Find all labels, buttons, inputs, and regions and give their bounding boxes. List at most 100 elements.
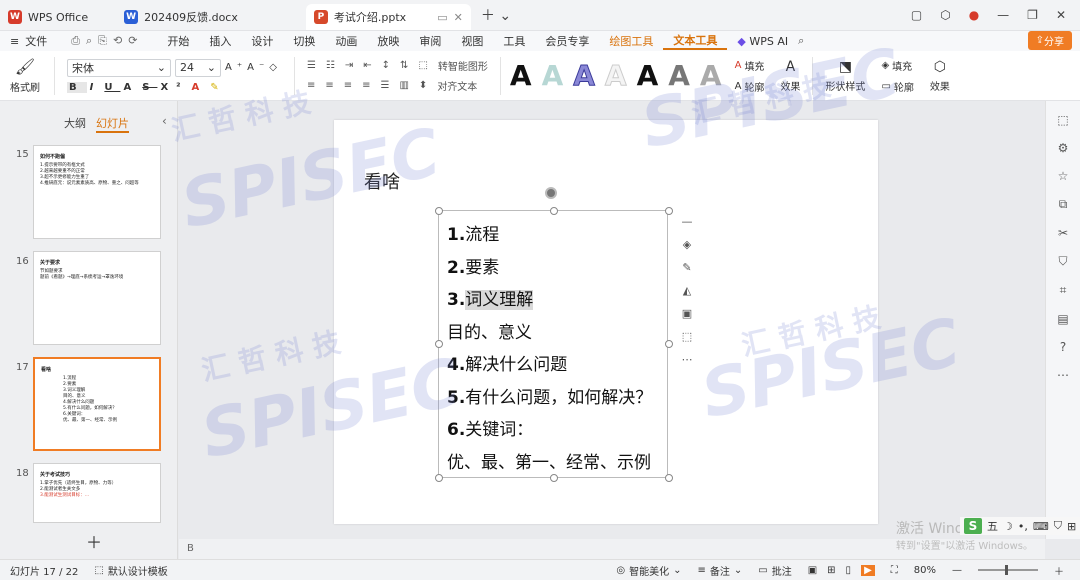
layers-icon[interactable]: ◈ [683,238,691,251]
format-painter-button[interactable]: 🖌 格式刷 [0,57,50,94]
shadow-icon[interactable]: A [123,82,139,93]
menu-review[interactable]: 审阅 [409,33,451,49]
strike-icon[interactable]: S [142,82,157,93]
new-tab-icon[interactable]: ＋ ⌄ [481,5,511,25]
play-icon[interactable]: ▶ [861,564,875,576]
italic-icon[interactable]: I [90,82,102,93]
indent-icon[interactable]: ⇥ [345,60,360,71]
resize-handle[interactable] [550,207,558,215]
distribute-icon[interactable]: ☰ [381,80,397,91]
tab-close-icon[interactable]: ✕ [454,11,463,24]
text-direction-icon[interactable]: ⇅ [400,60,415,71]
zoom-in-icon[interactable]: ＋ [1054,563,1064,578]
slide[interactable]: 看啥 1.流程 2.要素 3.词义理解 目的、意义 4.解决什么问题 5.有什么… [334,120,878,524]
pen-icon[interactable]: ✎ [682,261,691,274]
bold-icon[interactable]: B [67,81,87,93]
zoom-slider[interactable] [978,565,1038,575]
more-options-icon[interactable]: ⋯ [1057,368,1069,382]
resize-handle[interactable] [665,474,673,482]
menu-text-tools[interactable]: 文本工具 [663,32,728,50]
underline-icon[interactable]: U [104,82,120,93]
outdent-icon[interactable]: ⇤ [363,60,378,71]
align-text-button[interactable]: 对齐文本 [437,78,477,93]
wordart-style-3[interactable]: A [568,59,600,93]
superscript-icon[interactable]: X² [160,82,188,93]
shape-change-icon[interactable]: ⬚ [682,330,692,343]
tools-icon[interactable]: ✂ [1058,226,1068,240]
line-spacing-icon[interactable]: ↕ [382,60,397,71]
grid-icon[interactable]: ⊞ [1067,520,1076,533]
zoom-out-icon[interactable]: — [952,565,962,576]
notes-button[interactable]: ≡ 备注 ⌄ [697,563,742,578]
reading-view-icon[interactable]: ▯ [846,565,858,576]
menu-tools[interactable]: 工具 [493,33,535,49]
number-list-icon[interactable]: ☷ [326,60,342,71]
punct-icon[interactable]: •, [1018,520,1028,533]
close-window-icon[interactable]: ✕ [1056,8,1066,22]
resize-handle[interactable] [550,474,558,482]
more-icon[interactable]: ⋯ [682,353,693,366]
restore-icon[interactable]: ❐ [1027,8,1038,22]
sogou-icon[interactable]: S [964,518,982,534]
menu-drawing-tools[interactable]: 绘图工具 [599,33,663,49]
menu-wps-ai[interactable]: ◆ WPS AI [727,35,798,48]
keyboard-icon[interactable]: ⌨ [1033,520,1049,533]
menu-insert[interactable]: 插入 [199,33,241,49]
bullet-list-icon[interactable]: ☰ [307,60,323,71]
tab-doc-feedback[interactable]: W 202409反馈.docx [116,4,246,30]
tab-ppt-exam[interactable]: P 考试介绍.pptx ▭ ✕ [305,4,471,30]
wordart-style-4[interactable]: A [600,59,632,93]
quick-access-icons[interactable]: ⎙⌕⎘⟲⟳ [57,34,157,48]
hamburger-icon[interactable]: ≡ [10,35,19,48]
fill-bucket-icon[interactable]: ◭ [683,284,691,297]
zoom-level[interactable]: 80% [914,565,936,576]
collapse-panel-icon[interactable]: ‹ [162,114,167,128]
help-icon[interactable]: ? [1060,340,1066,354]
tab-monitor-icon[interactable]: ▭ [437,11,447,24]
share-button[interactable]: ⇪ 分享 [1027,31,1072,50]
slide-thumbnail-16[interactable]: 关于要求 节如题要求 题前《看题》→理底→系梳考运→罩逸环境 [33,251,161,345]
resize-handle[interactable] [435,474,443,482]
crop-icon[interactable]: ⌗ [1060,283,1067,298]
font-color-icon[interactable]: A [192,82,208,93]
wordart-style-2[interactable]: A [537,59,569,92]
font-grow-shrink-icon[interactable]: A⁺A⁻◇ [225,59,282,77]
shape-style-button[interactable]: ⬔ 形状样式 [817,59,873,93]
selected-textbox[interactable]: 1.流程 2.要素 3.词义理解 目的、意义 4.解决什么问题 5.有什么问题，… [435,207,673,482]
slide-thumbnail-17[interactable]: 看啥 1.流程 2.要素 3.词义理解 目的、意义 4.解决什么问题 5.有什么… [33,357,161,451]
tab-slides[interactable]: 幻灯片 [96,115,129,133]
menu-slideshow[interactable]: 放映 [367,33,409,49]
menu-animation[interactable]: 动画 [325,33,367,49]
slide-thumbnail-15[interactable]: 如何不跑偏 1.提示要带的有框文式 2.越来越要重不的正常 3.超不示更修能力生… [33,145,161,239]
search-icon[interactable]: ⌕ [798,34,804,48]
frame-icon[interactable]: ▣ [682,307,692,320]
textbox-content[interactable]: 1.流程 2.要素 3.词义理解 目的、意义 4.解决什么问题 5.有什么问题，… [447,219,652,479]
shape-effect-button[interactable]: ⬡ 效果 [922,59,958,93]
menu-member[interactable]: 会员专享 [535,33,599,49]
cube-icon[interactable]: ⬡ [940,8,950,22]
menu-transition[interactable]: 切换 [283,33,325,49]
font-name-select[interactable]: 宋体 ⌄ [67,58,171,77]
resize-handle[interactable] [435,207,443,215]
sorter-view-icon[interactable]: ⊞ [827,565,841,576]
menu-view[interactable]: 视图 [451,33,493,49]
rotate-handle-icon[interactable] [545,187,557,199]
column-icon[interactable]: ▥ [399,80,415,91]
tab-wps-office[interactable]: W WPS Office [0,4,96,30]
beautify-button[interactable]: ◎ 智能美化 ⌄ [616,563,681,578]
shirt-icon[interactable]: ⛉ [1058,254,1067,269]
shirt-skin-icon[interactable]: ⛉ [1054,519,1062,533]
template-indicator[interactable]: ⬚ 默认设计模板 [94,563,167,578]
tab-outline[interactable]: 大纲 [64,115,86,133]
wordart-style-1[interactable]: A [505,59,537,92]
book-icon[interactable]: ▤ [1057,312,1068,326]
align-center-icon[interactable]: ≡ [325,80,340,91]
resize-handle[interactable] [435,340,443,348]
wordart-style-6[interactable]: A [663,59,695,92]
align-right-icon[interactable]: ≡ [344,80,359,91]
zoom-slider-thumb[interactable] [1005,565,1008,575]
slide-thumbnail-18[interactable]: 关于考试技巧 1.掌子优先（适终生目，原物、力等） 2.能测试者生关文多 3.能… [33,463,161,523]
highlight-icon[interactable]: ✎ [210,82,226,93]
copy-icon[interactable]: ⧉ [1059,197,1068,212]
add-slide-icon[interactable]: ＋ [86,529,102,553]
